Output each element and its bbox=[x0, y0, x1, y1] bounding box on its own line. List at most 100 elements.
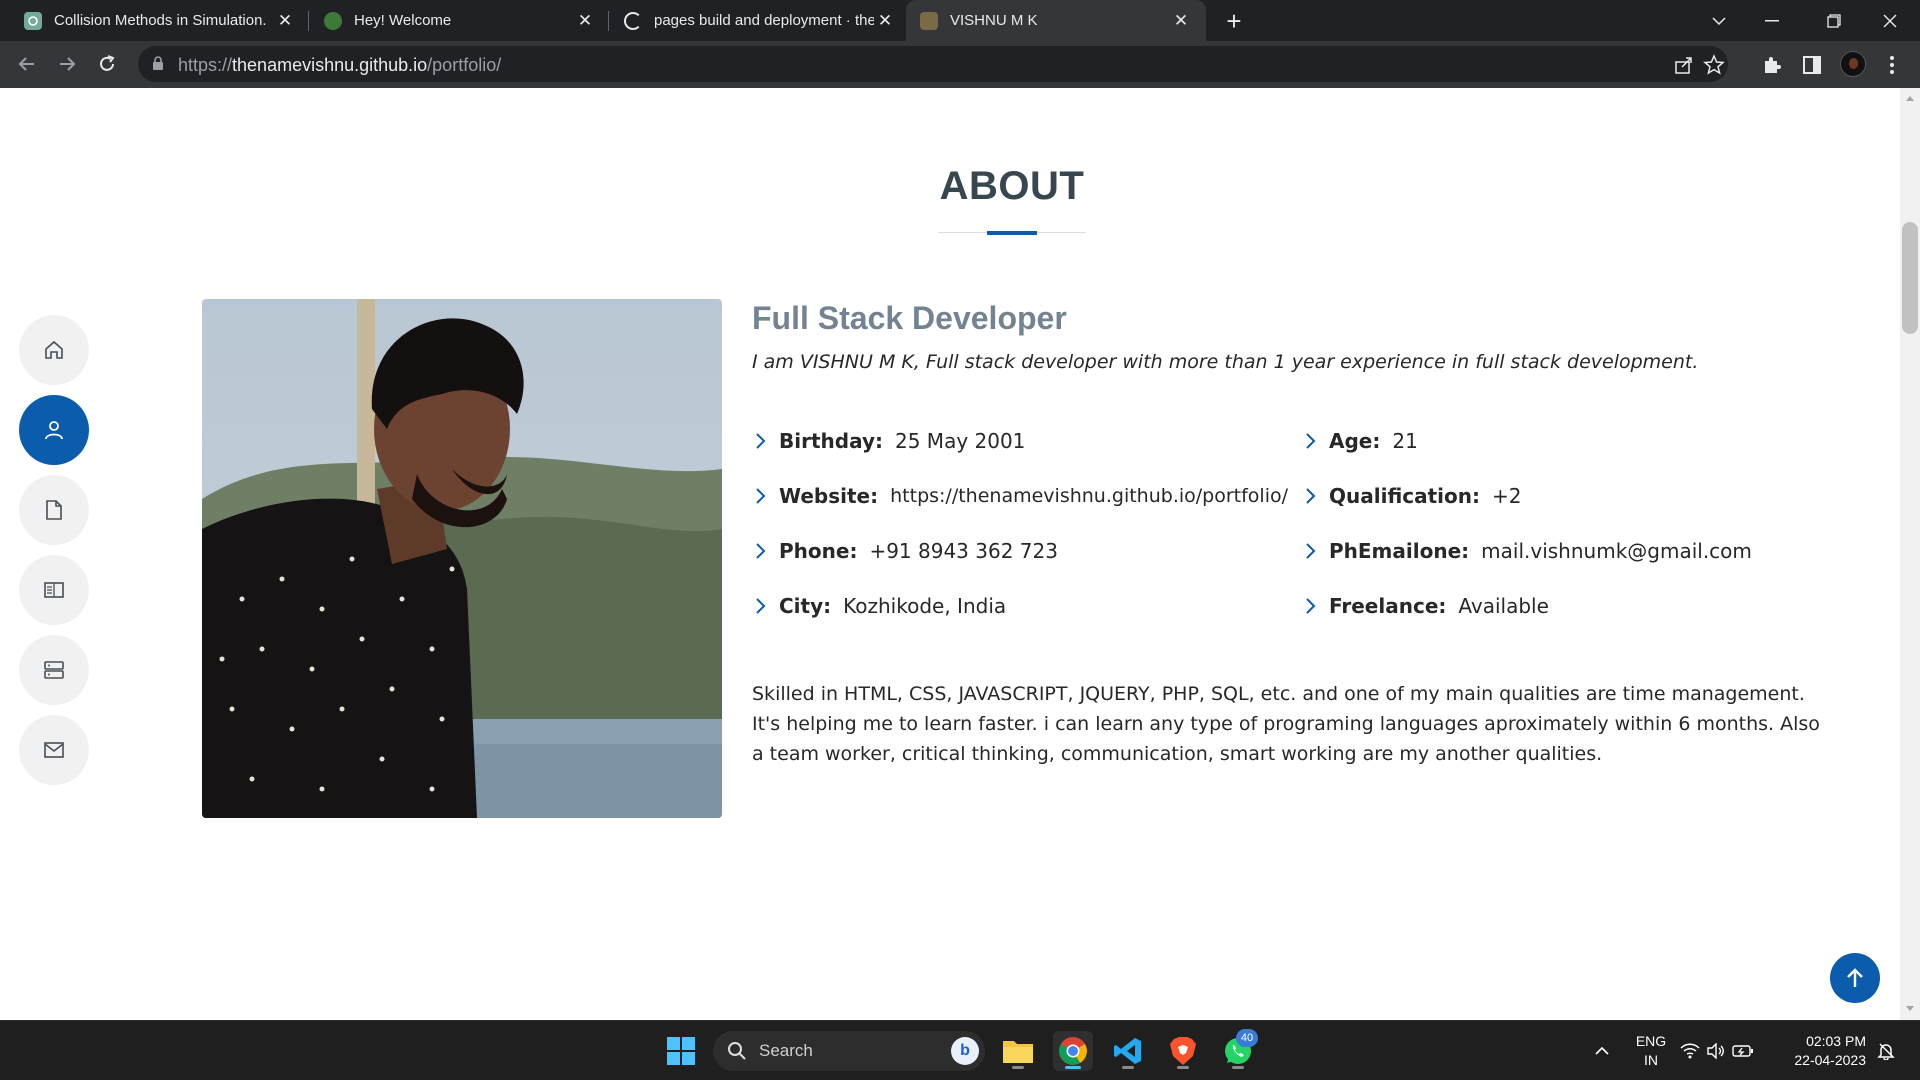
notifications-button[interactable] bbox=[1868, 1031, 1904, 1071]
bing-icon[interactable]: b bbox=[951, 1037, 979, 1065]
nav-home-button[interactable] bbox=[19, 315, 89, 385]
close-tab-icon[interactable]: ✕ bbox=[874, 10, 896, 32]
running-indicator bbox=[1177, 1066, 1189, 1069]
url-text[interactable]: https://thenamevishnu.github.io/portfoli… bbox=[178, 55, 501, 76]
search-label: Search bbox=[759, 1041, 813, 1060]
chevron-right-icon bbox=[756, 488, 766, 504]
reload-button[interactable] bbox=[91, 48, 123, 80]
quick-settings-button[interactable] bbox=[1677, 1031, 1757, 1071]
tab-separator bbox=[608, 11, 609, 31]
nav-contact-button[interactable] bbox=[19, 715, 89, 785]
url-scheme: https:// bbox=[178, 55, 233, 75]
volume-icon bbox=[1707, 1043, 1724, 1059]
restore-button[interactable] bbox=[1806, 0, 1862, 41]
intro-text: I am VISHNU M K, Full stack developer wi… bbox=[752, 351, 1699, 373]
clock[interactable]: 02:03 PM 22-04-2023 bbox=[1776, 1032, 1866, 1070]
running-indicator bbox=[1232, 1066, 1244, 1069]
battery-icon bbox=[1732, 1045, 1753, 1057]
scroll-up-arrow-icon[interactable] bbox=[1906, 96, 1914, 101]
chevron-right-icon bbox=[756, 598, 766, 614]
detail-age: Age: 21 bbox=[1302, 429, 1418, 453]
detail-value: +91 8943 362 723 bbox=[869, 539, 1058, 563]
address-bar[interactable]: https://thenamevishnu.github.io/portfoli… bbox=[138, 46, 1728, 82]
scrollbar-thumb[interactable] bbox=[1902, 222, 1918, 334]
back-button[interactable] bbox=[11, 48, 43, 80]
brave-taskbar-button[interactable] bbox=[1163, 1031, 1203, 1071]
minimize-button[interactable] bbox=[1744, 0, 1800, 41]
chrome-taskbar-button[interactable] bbox=[1053, 1031, 1093, 1071]
detail-city: City: Kozhikode, India bbox=[752, 594, 1006, 618]
nav-services-button[interactable] bbox=[19, 635, 89, 705]
book-icon bbox=[44, 582, 64, 598]
tab-collision-methods[interactable]: Collision Methods in Simulation. ✕ bbox=[10, 0, 310, 41]
forward-button[interactable] bbox=[51, 48, 83, 80]
start-button[interactable] bbox=[661, 1031, 701, 1071]
chrome-icon bbox=[1059, 1037, 1087, 1065]
windows-icon bbox=[667, 1037, 695, 1065]
chevron-up-icon bbox=[1595, 1046, 1609, 1055]
close-tab-icon[interactable]: ✕ bbox=[1170, 10, 1192, 32]
chrome-menu-icon[interactable] bbox=[1879, 52, 1905, 78]
url-path: /portfolio/ bbox=[427, 55, 502, 75]
whatsapp-notification-badge: 40 bbox=[1236, 1029, 1258, 1047]
url-host: thenamevishnu.github.io bbox=[232, 55, 428, 75]
nav-about-button[interactable] bbox=[19, 395, 89, 465]
chevron-right-icon bbox=[756, 433, 766, 449]
scroll-down-arrow-icon[interactable] bbox=[1906, 1006, 1914, 1011]
detail-freelance: Freelance: Available bbox=[1302, 594, 1549, 618]
section-title: ABOUT bbox=[939, 164, 1085, 208]
email-link[interactable]: mail.vishnumk@gmail.com bbox=[1481, 539, 1752, 563]
tab-vishnu-m-k[interactable]: VISHNU M K ✕ bbox=[906, 0, 1206, 41]
lock-icon[interactable] bbox=[152, 56, 164, 76]
person-icon bbox=[45, 421, 63, 440]
share-icon[interactable] bbox=[1673, 54, 1695, 76]
profile-avatar[interactable] bbox=[1840, 51, 1866, 77]
arrow-up-icon bbox=[1847, 968, 1863, 987]
tab-separator bbox=[308, 11, 309, 31]
file-icon bbox=[46, 500, 62, 520]
website-link[interactable]: https://thenamevishnu.github.io/portfoli… bbox=[890, 485, 1288, 507]
detail-phone: Phone: +91 8943 362 723 bbox=[752, 539, 1058, 563]
tab-title: Hey! Welcome bbox=[354, 12, 452, 29]
extensions-puzzle-icon[interactable] bbox=[1759, 52, 1785, 78]
running-indicator bbox=[1012, 1066, 1024, 1069]
detail-value: Available bbox=[1458, 594, 1549, 618]
show-hidden-icons-button[interactable] bbox=[1582, 1031, 1622, 1071]
bookmark-star-icon[interactable] bbox=[1703, 54, 1725, 76]
about-description: Skilled in HTML, CSS, JAVASCRIPT, JQUERY… bbox=[752, 683, 1820, 765]
tab-strip: Collision Methods in Simulation. ✕ Hey! … bbox=[0, 0, 1920, 41]
nav-portfolio-button[interactable] bbox=[19, 555, 89, 625]
back-to-top-button[interactable] bbox=[1830, 953, 1880, 1003]
close-window-button[interactable] bbox=[1862, 0, 1918, 41]
clock-time: 02:03 PM bbox=[1806, 1033, 1866, 1049]
taskbar-search[interactable]: Search b bbox=[713, 1031, 985, 1071]
tab-title: VISHNU M K bbox=[950, 12, 1038, 29]
side-panel-icon[interactable] bbox=[1799, 52, 1825, 78]
folder-icon bbox=[1003, 1041, 1033, 1063]
tab-hey-welcome[interactable]: Hey! Welcome ✕ bbox=[310, 0, 610, 41]
search-icon bbox=[728, 1042, 746, 1060]
chevron-right-icon bbox=[1306, 488, 1316, 504]
tab-search-chevron-icon[interactable] bbox=[1691, 0, 1747, 41]
tab-title: pages build and deployment · thenamevish… bbox=[654, 12, 874, 29]
browser-toolbar: https://thenamevishnu.github.io/portfoli… bbox=[0, 41, 1920, 88]
detail-label: City: bbox=[779, 594, 832, 618]
nav-resume-button[interactable] bbox=[19, 475, 89, 545]
new-tab-button[interactable]: + bbox=[1219, 6, 1249, 36]
language-region: IN bbox=[1644, 1052, 1658, 1068]
chevron-right-icon bbox=[1306, 433, 1316, 449]
detail-website: Website: https://thenamevishnu.github.io… bbox=[752, 484, 1288, 508]
file-explorer-button[interactable] bbox=[998, 1031, 1038, 1071]
role-heading: Full Stack Developer bbox=[752, 300, 1067, 336]
portfolio-icon bbox=[920, 11, 938, 30]
github-icon bbox=[624, 11, 642, 30]
input-language-indicator[interactable]: ENG IN bbox=[1628, 1032, 1674, 1070]
tab-pages-build[interactable]: pages build and deployment · thenamevish… bbox=[610, 0, 910, 41]
detail-value: Kozhikode, India bbox=[843, 594, 1007, 618]
vscode-taskbar-button[interactable] bbox=[1108, 1031, 1148, 1071]
detail-label: PhEmailone: bbox=[1329, 539, 1470, 563]
close-tab-icon[interactable]: ✕ bbox=[274, 10, 296, 32]
home-icon bbox=[45, 340, 63, 359]
detail-label: Age: bbox=[1329, 429, 1381, 453]
close-tab-icon[interactable]: ✕ bbox=[574, 10, 596, 32]
